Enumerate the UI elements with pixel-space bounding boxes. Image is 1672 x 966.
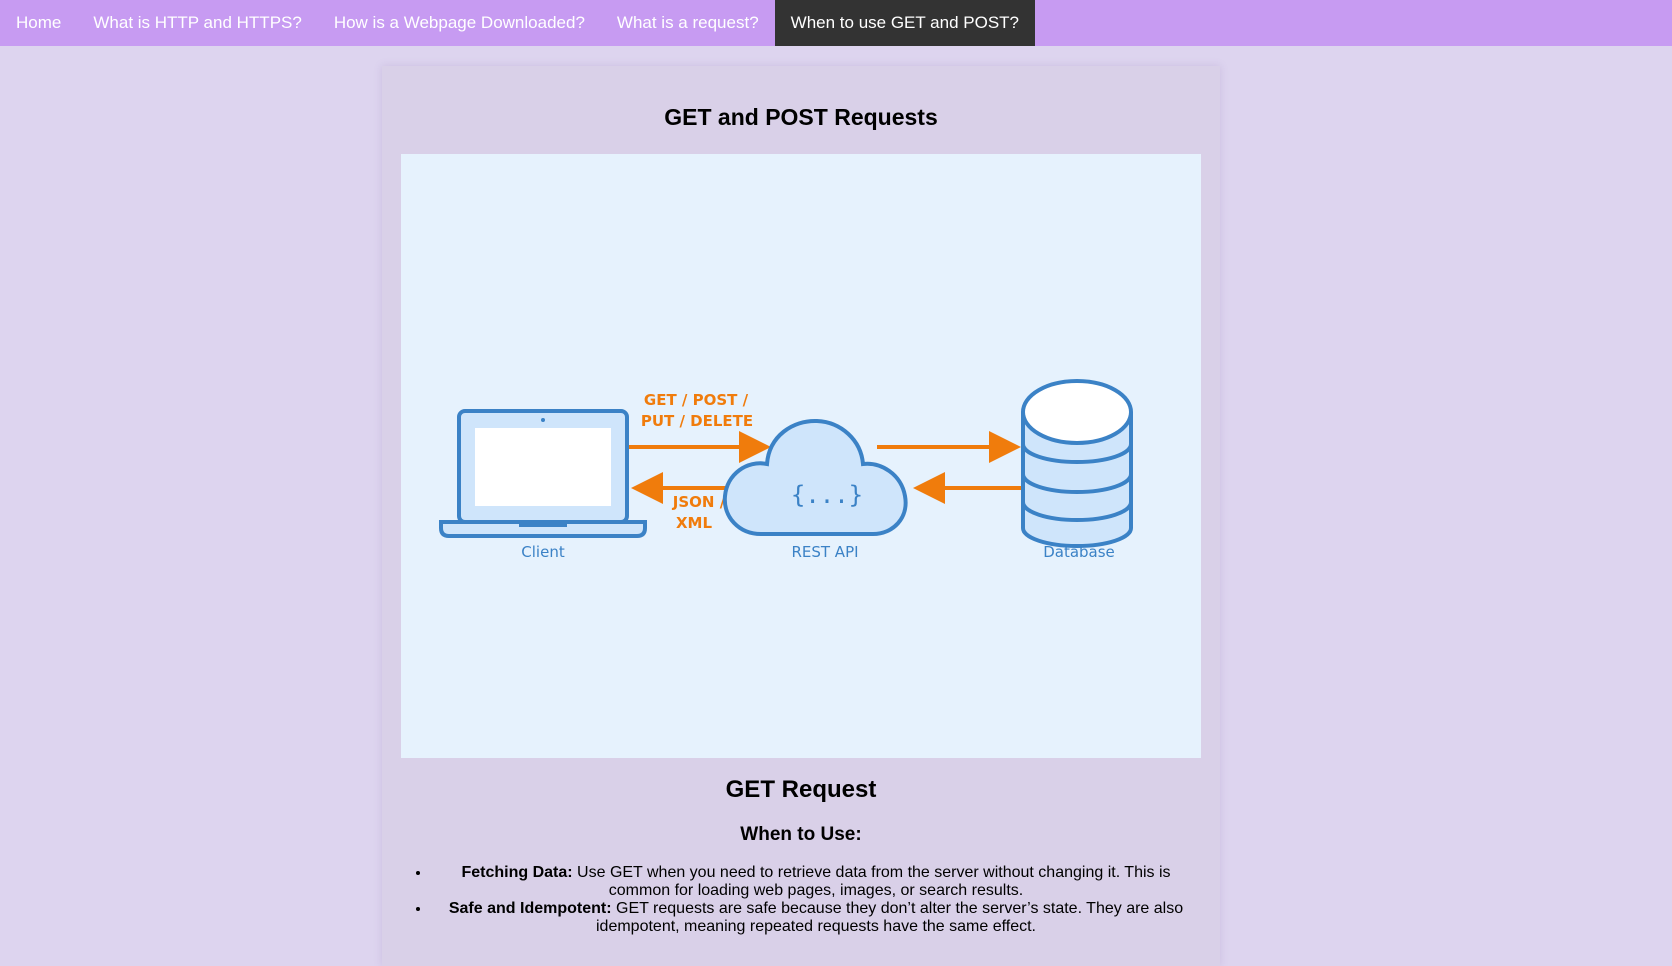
nav-http-https[interactable]: What is HTTP and HTTPS? bbox=[77, 0, 317, 46]
rest-api-diagram: Client GET / POST / PUT / DELETE JSON / … bbox=[401, 154, 1201, 758]
bullet-term: Fetching Data: bbox=[461, 864, 573, 881]
response-label-line1: JSON / bbox=[672, 493, 726, 511]
api-symbol: {...} bbox=[791, 481, 863, 509]
bullet-text: Use GET when you need to retrieve data f… bbox=[572, 864, 1171, 899]
nav-get-post[interactable]: When to use GET and POST? bbox=[774, 0, 1036, 46]
request-label-line2: PUT / DELETE bbox=[641, 412, 753, 430]
get-request-heading: GET Request bbox=[725, 776, 877, 803]
client-label: Client bbox=[521, 543, 565, 561]
list-item: Safe and Idempotent: GET requests are sa… bbox=[431, 900, 1201, 936]
laptop-icon bbox=[439, 409, 647, 538]
request-label-line1: GET / POST / bbox=[644, 391, 749, 409]
list-item: Fetching Data: Use GET when you need to … bbox=[431, 864, 1201, 900]
database-icon bbox=[1021, 379, 1133, 548]
nav-what-is-request[interactable]: What is a request? bbox=[601, 0, 775, 46]
nav-webpage-downloaded[interactable]: How is a Webpage Downloaded? bbox=[318, 0, 601, 46]
page-title: GET and POST Requests bbox=[664, 104, 938, 130]
get-usage-list: Fetching Data: Use GET when you need to … bbox=[401, 864, 1201, 936]
bullet-term: Safe and Idempotent: bbox=[448, 900, 612, 917]
cloud-icon bbox=[722, 418, 908, 536]
nav-home[interactable]: Home bbox=[0, 0, 77, 46]
bullet-text: GET requests are safe because they don’t… bbox=[596, 900, 1184, 935]
rest-api-label: REST API bbox=[791, 543, 858, 561]
top-navbar: Home What is HTTP and HTTPS? How is a We… bbox=[0, 0, 1672, 46]
when-to-use-heading: When to Use: bbox=[740, 824, 862, 845]
response-label-line2: XML bbox=[676, 514, 712, 532]
database-label: Database bbox=[1043, 543, 1115, 561]
